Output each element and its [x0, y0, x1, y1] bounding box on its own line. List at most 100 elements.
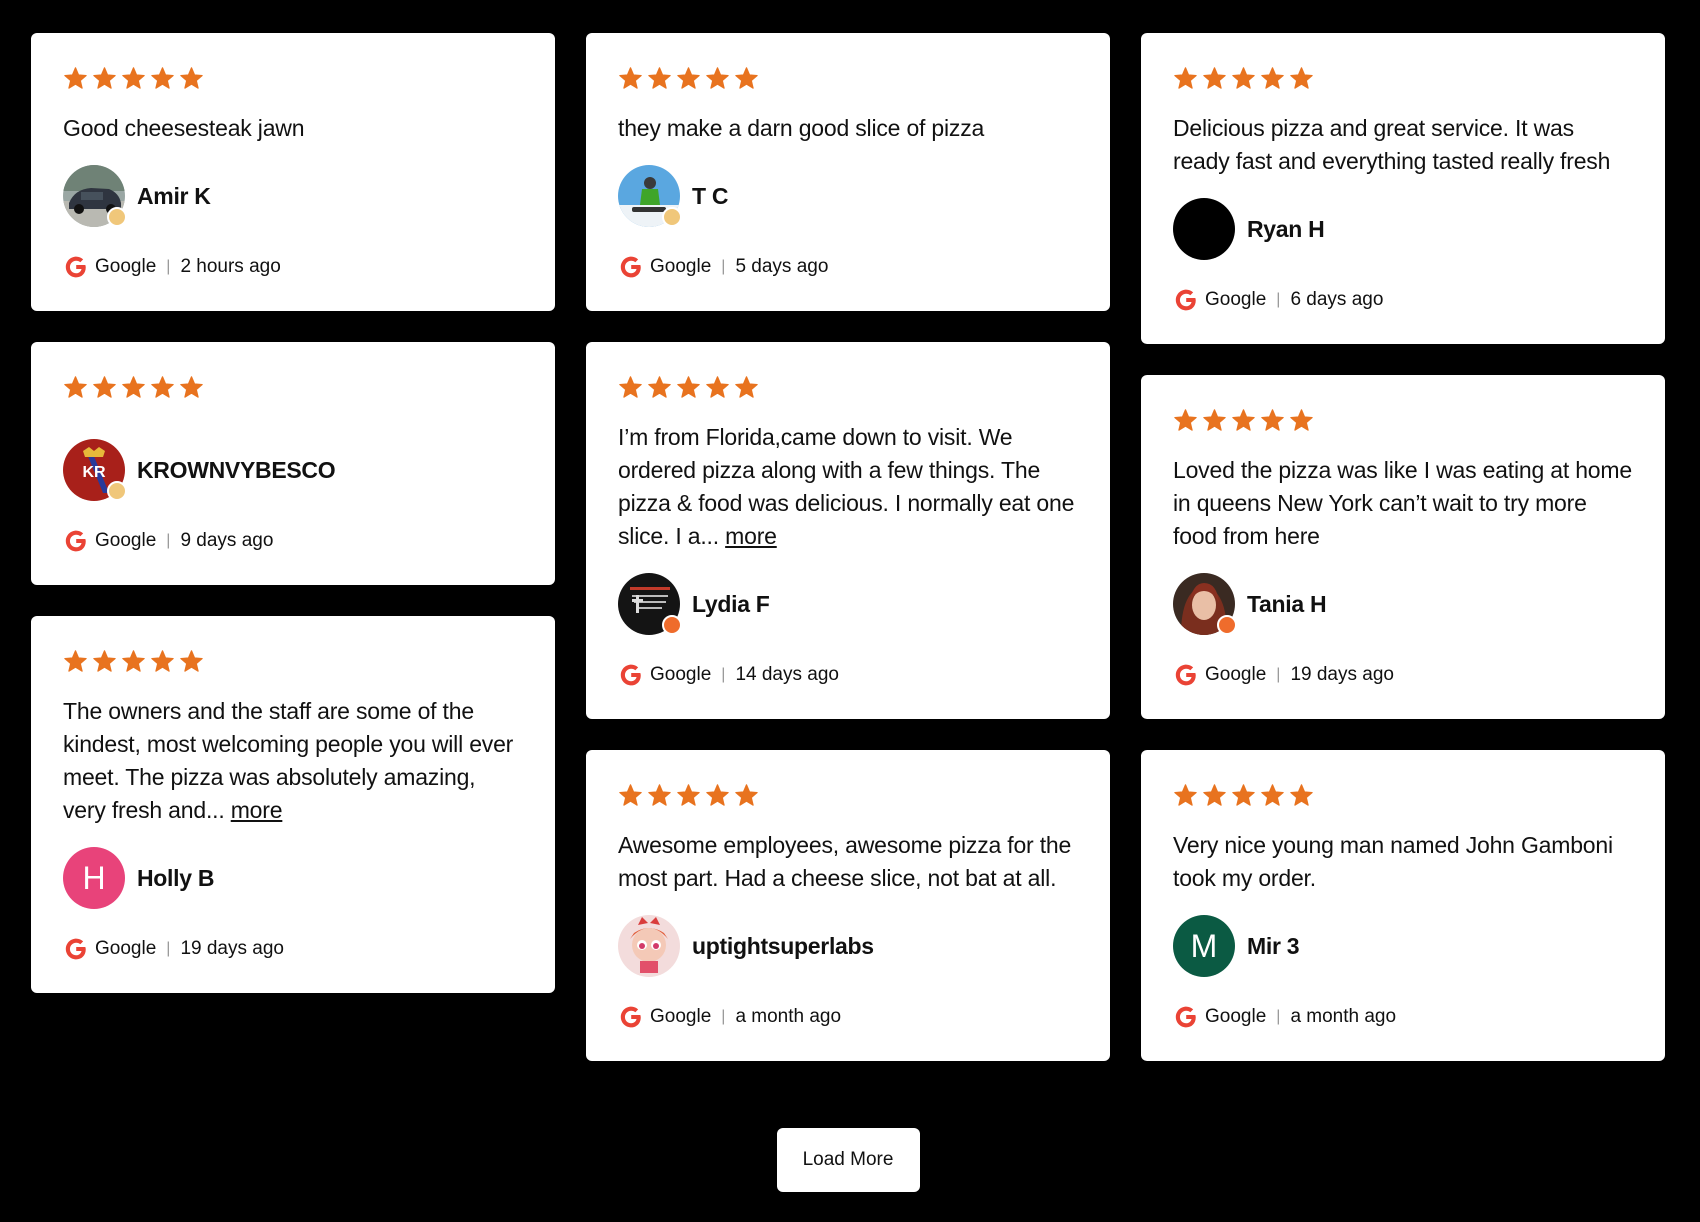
read-more-link[interactable]: more: [231, 797, 283, 823]
review-source: Google | a month ago: [1173, 1003, 1633, 1031]
review-text: Loved the pizza was like I was eating at…: [1173, 454, 1633, 553]
author-name[interactable]: T C: [692, 183, 728, 210]
author-name[interactable]: Holly B: [137, 865, 214, 892]
separator: |: [721, 666, 726, 683]
author-name[interactable]: Lydia F: [692, 591, 770, 618]
author-name[interactable]: Amir K: [137, 183, 211, 210]
source-label: Google: [650, 256, 712, 277]
star-rating: [1173, 781, 1633, 809]
star-icon: [705, 66, 730, 91]
source-label: Google: [650, 1006, 712, 1027]
star-icon: [179, 66, 204, 91]
source-label: Google: [95, 530, 157, 551]
star-icon: [1231, 783, 1256, 808]
star-icon: [1202, 783, 1227, 808]
star-rating: [618, 373, 1078, 401]
star-icon: [1260, 783, 1285, 808]
review-source: Google | 6 days ago: [1173, 286, 1633, 314]
review-body: Loved the pizza was like I was eating at…: [1173, 457, 1632, 549]
avatar[interactable]: [618, 165, 682, 227]
review-body: they make a darn good slice of pizza: [618, 115, 985, 141]
star-icon: [150, 649, 175, 674]
star-icon: [121, 66, 146, 91]
star-icon: [647, 66, 672, 91]
avatar[interactable]: [618, 915, 680, 977]
star-icon: [705, 375, 730, 400]
star-icon: [92, 375, 117, 400]
separator: |: [721, 258, 726, 275]
star-icon: [618, 375, 643, 400]
separator: |: [1276, 291, 1281, 308]
avatar[interactable]: [1173, 198, 1235, 260]
load-more-button[interactable]: Load More: [776, 1128, 920, 1192]
review-body: Very nice young man named John Gamboni t…: [1173, 832, 1613, 891]
star-icon: [1173, 66, 1198, 91]
star-icon: [1202, 66, 1227, 91]
avatar[interactable]: [63, 165, 127, 227]
avatar[interactable]: KR: [63, 439, 127, 501]
star-icon: [1289, 783, 1314, 808]
star-icon: [121, 375, 146, 400]
review-text: they make a darn good slice of pizza: [618, 112, 1078, 145]
google-icon: [618, 662, 650, 688]
star-icon: [1231, 66, 1256, 91]
author-name[interactable]: Ryan H: [1247, 216, 1325, 243]
star-rating: [618, 781, 1078, 809]
review-source: Google | 5 days ago: [618, 253, 1078, 281]
review-card: they make a darn good slice of pizza T C…: [586, 33, 1110, 311]
star-icon: [705, 783, 730, 808]
star-icon: [647, 375, 672, 400]
google-icon: [1173, 1004, 1205, 1030]
review-card: I’m from Florida,came down to visit. We …: [586, 342, 1110, 719]
review-time: a month ago: [735, 1006, 842, 1027]
review-author: Lydia F: [618, 573, 1078, 635]
star-icon: [63, 649, 88, 674]
source-label: Google: [95, 256, 157, 277]
review-card: Good cheesesteak jawn Amir K Google | 2 …: [31, 33, 555, 311]
avatar[interactable]: [1173, 573, 1237, 635]
star-icon: [1289, 408, 1314, 433]
local-guide-badge-icon: [1217, 615, 1237, 635]
read-more-link[interactable]: more: [725, 523, 777, 549]
reviews-grid: Good cheesesteak jawn Amir K Google | 2 …: [31, 33, 1665, 1061]
star-icon: [734, 783, 759, 808]
review-time: 5 days ago: [735, 256, 829, 277]
review-author: uptightsuperlabs: [618, 915, 1078, 977]
review-time: 9 days ago: [180, 530, 274, 551]
source-label: Google: [95, 938, 157, 959]
review-body: Awesome employees, awesome pizza for the…: [618, 832, 1072, 891]
google-icon: [1173, 662, 1205, 688]
avatar[interactable]: M: [1173, 915, 1235, 977]
star-rating: [63, 647, 523, 675]
star-icon: [676, 375, 701, 400]
source-label: Google: [650, 664, 712, 685]
review-text: I’m from Florida,came down to visit. We …: [618, 421, 1078, 553]
avatar-letter: M: [1173, 915, 1235, 977]
reviews-column-2: they make a darn good slice of pizza T C…: [586, 33, 1110, 1061]
author-name[interactable]: Mir 3: [1247, 933, 1299, 960]
star-rating: [618, 64, 1078, 92]
source-label: Google: [1205, 664, 1267, 685]
google-icon: [618, 1004, 650, 1030]
star-rating: [63, 373, 523, 401]
star-icon: [179, 375, 204, 400]
review-text: Good cheesesteak jawn: [63, 112, 523, 145]
local-guide-badge-icon: [662, 615, 682, 635]
avatar[interactable]: H: [63, 847, 125, 909]
author-name[interactable]: uptightsuperlabs: [692, 933, 874, 960]
star-icon: [179, 649, 204, 674]
review-body: I’m from Florida,came down to visit. We …: [618, 424, 1075, 549]
review-text: Very nice young man named John Gamboni t…: [1173, 829, 1633, 895]
google-icon: [63, 936, 95, 962]
review-author: H Holly B: [63, 847, 523, 909]
review-body: The owners and the staff are some of the…: [63, 698, 514, 823]
star-icon: [1260, 66, 1285, 91]
author-name[interactable]: KROWNVYBESCO: [137, 457, 336, 484]
author-name[interactable]: Tania H: [1247, 591, 1327, 618]
separator: |: [166, 258, 171, 275]
google-icon: [63, 254, 95, 280]
star-icon: [150, 375, 175, 400]
review-source: Google | 9 days ago: [63, 527, 523, 555]
review-card: Delicious pizza and great service. It wa…: [1141, 33, 1665, 344]
avatar[interactable]: [618, 573, 682, 635]
